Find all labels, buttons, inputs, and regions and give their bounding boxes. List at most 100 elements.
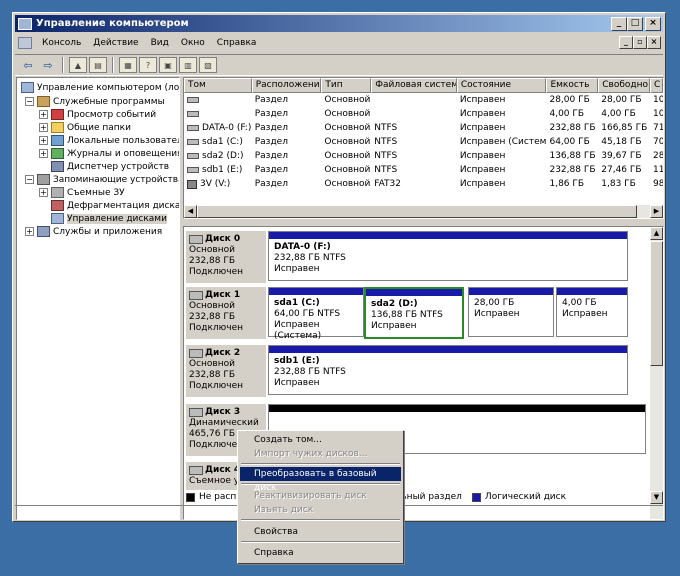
volume-state: Исправен [474,309,520,319]
column-header-filesystem[interactable]: Файловая система [371,78,457,93]
tree-item-removable-storage[interactable]: + Съемные ЗУ [39,186,125,199]
tree-item-performance-logs[interactable]: + Журналы и оповещения пр [39,147,179,160]
scroll-thumb[interactable] [197,205,637,218]
scroll-down-icon[interactable]: ▼ [650,491,663,504]
title-bar[interactable]: Управление компьютером _ □ × [15,15,663,32]
column-header-type[interactable]: Тип [321,78,372,93]
collapse-icon[interactable]: − [25,97,34,106]
toolbar: ⇦ ⇨ ▲ ▤ ▦ ? ▣ ▥ ▧ [15,54,663,76]
child-minimize-button[interactable]: _ [619,36,633,49]
volume-28gb[interactable]: 28,00 ГБ Исправен [468,287,554,337]
tree-item-storage[interactable]: − Запоминающие устройства [25,173,179,186]
close-button[interactable]: × [645,17,661,31]
percent-cell: 11 [653,165,663,175]
expand-icon[interactable]: + [39,188,48,197]
expand-icon[interactable]: + [39,110,48,119]
tree-item-shared-folders[interactable]: + Общие папки [39,121,131,134]
menu-window[interactable]: Окно [175,38,211,48]
tree-item-services[interactable]: + Службы и приложения [25,225,162,238]
column-header-layout[interactable]: Расположение [251,78,322,93]
disk-management-icon [51,213,64,224]
minimize-button[interactable]: _ [611,17,627,31]
tree-item-disk-management[interactable]: Управление дисками [51,212,167,225]
tree-item-event-viewer[interactable]: + Просмотр событий [39,108,156,121]
scroll-thumb[interactable] [650,241,663,366]
maximize-button[interactable]: □ [627,17,643,31]
expand-icon[interactable]: + [39,136,48,145]
expand-icon[interactable]: + [25,227,34,236]
disk-0-label[interactable]: Диск 0 Основной 232,88 ГБ Подключен [186,231,266,283]
toolbar-button-icon[interactable]: ▥ [179,57,197,73]
volume-data0[interactable]: DATA-0 (F:) 232,88 ГБ NTFS Исправен [268,231,628,281]
disk-name: Диск 1 [205,290,241,300]
properties-icon[interactable]: ▦ [119,57,137,73]
up-folder-icon[interactable]: ▲ [69,57,87,73]
free-cell: 1,83 ГБ [601,179,636,189]
tree-item-device-manager[interactable]: Диспетчер устройств [51,160,169,173]
tree-item-defrag[interactable]: Дефрагментация диска [51,199,179,212]
removable-storage-icon [51,187,64,198]
disk-2-label[interactable]: Диск 2 Основной 232,88 ГБ Подключен [186,345,266,397]
pane-splitter[interactable] [183,219,664,225]
vertical-scrollbar[interactable]: ▲ ▼ [650,227,663,519]
table-row[interactable]: sdb1 (E:) Раздел Основной NTFS Исправен … [184,163,663,177]
tree-item-system-tools[interactable]: − Служебные программы [25,95,165,108]
table-row[interactable]: sda1 (C:) Раздел Основной NTFS Исправен … [184,135,663,149]
expand-icon[interactable]: + [39,123,48,132]
show-tree-icon[interactable]: ▤ [89,57,107,73]
volume-list: Том Расположение Тип Файловая система Со… [183,77,664,219]
collapse-icon[interactable]: − [25,175,34,184]
column-header-percent[interactable]: С [650,78,663,93]
tree-root[interactable]: Управление компьютером (локал [21,81,179,94]
volume-sdb1[interactable]: sdb1 (E:) 232,88 ГБ NTFS Исправен [268,345,628,395]
table-row[interactable]: Раздел Основной Исправен 4,00 ГБ 4,00 ГБ… [184,107,663,121]
primary-partition-bar [366,289,462,296]
capacity-cell: 232,88 ГБ [549,165,596,175]
volume-4gb[interactable]: 4,00 ГБ Исправен [556,287,628,337]
volume-sda2[interactable]: sda2 (D:) 136,88 ГБ NTFS Исправен [364,287,464,339]
volume-info: 64,00 ГБ NTFS [274,309,341,319]
menu-view[interactable]: Вид [145,38,175,48]
column-header-status[interactable]: Состояние [456,78,547,93]
menu-item-properties[interactable]: Свойства [240,525,401,539]
menu-help[interactable]: Справка [211,38,263,48]
scroll-right-icon[interactable]: ▶ [650,205,663,218]
column-header-free[interactable]: Свободно [598,78,651,93]
menu-item-convert-basic[interactable]: Преобразовать в базовый диск [240,467,401,493]
table-row[interactable]: 3V (V:) Раздел Основной FAT32 Исправен 1… [184,177,663,191]
filesystem-cell: NTFS [374,165,398,175]
child-restore-button[interactable]: ▫ [633,36,647,49]
disk-icon [189,291,203,300]
column-header-capacity[interactable]: Емкость [546,78,599,93]
scroll-up-icon[interactable]: ▲ [650,227,663,240]
volume-list-header: Том Расположение Тип Файловая система Со… [184,78,663,93]
horizontal-scrollbar[interactable]: ◀ ▶ [184,205,663,218]
expand-icon[interactable]: + [39,149,48,158]
menu-action[interactable]: Действие [87,38,144,48]
toolbar-separator [112,57,114,73]
disk-type: Основной [189,301,235,311]
toolbar-button-icon[interactable]: ▣ [159,57,177,73]
table-row[interactable]: sda2 (D:) Раздел Основной NTFS Исправен … [184,149,663,163]
menu-separator [241,541,400,543]
scroll-track[interactable] [197,205,650,218]
volume-cell: 3V (V:) [184,177,252,191]
removable-disk-icon [189,466,203,475]
back-arrow-icon[interactable]: ⇦ [19,57,37,73]
help-icon[interactable]: ? [139,57,157,73]
disk-1-label[interactable]: Диск 1 Основной 232,88 ГБ Подключен [186,287,266,339]
menu-item-create-volume[interactable]: Создать том... [240,433,401,447]
tree-item-local-users[interactable]: + Локальные пользователи [39,134,179,147]
computer-icon [21,82,34,93]
column-header-volume[interactable]: Том [184,78,252,93]
toolbar-button-icon[interactable]: ▧ [199,57,217,73]
scroll-left-icon[interactable]: ◀ [184,205,197,218]
table-row[interactable]: Раздел Основной Исправен 28,00 ГБ 28,00 … [184,93,663,107]
volume-sda1[interactable]: sda1 (C:) 64,00 ГБ NTFS Исправен (Систем… [268,287,364,341]
table-row[interactable]: DATA-0 (F:) Раздел Основной NTFS Исправе… [184,121,663,135]
child-close-button[interactable]: × [647,36,661,49]
forward-arrow-icon[interactable]: ⇨ [39,57,57,73]
menu-console[interactable]: Консоль [36,38,87,48]
menu-item-help[interactable]: Справка [240,546,401,560]
tree-item-label: Диспетчер устройств [67,161,170,172]
